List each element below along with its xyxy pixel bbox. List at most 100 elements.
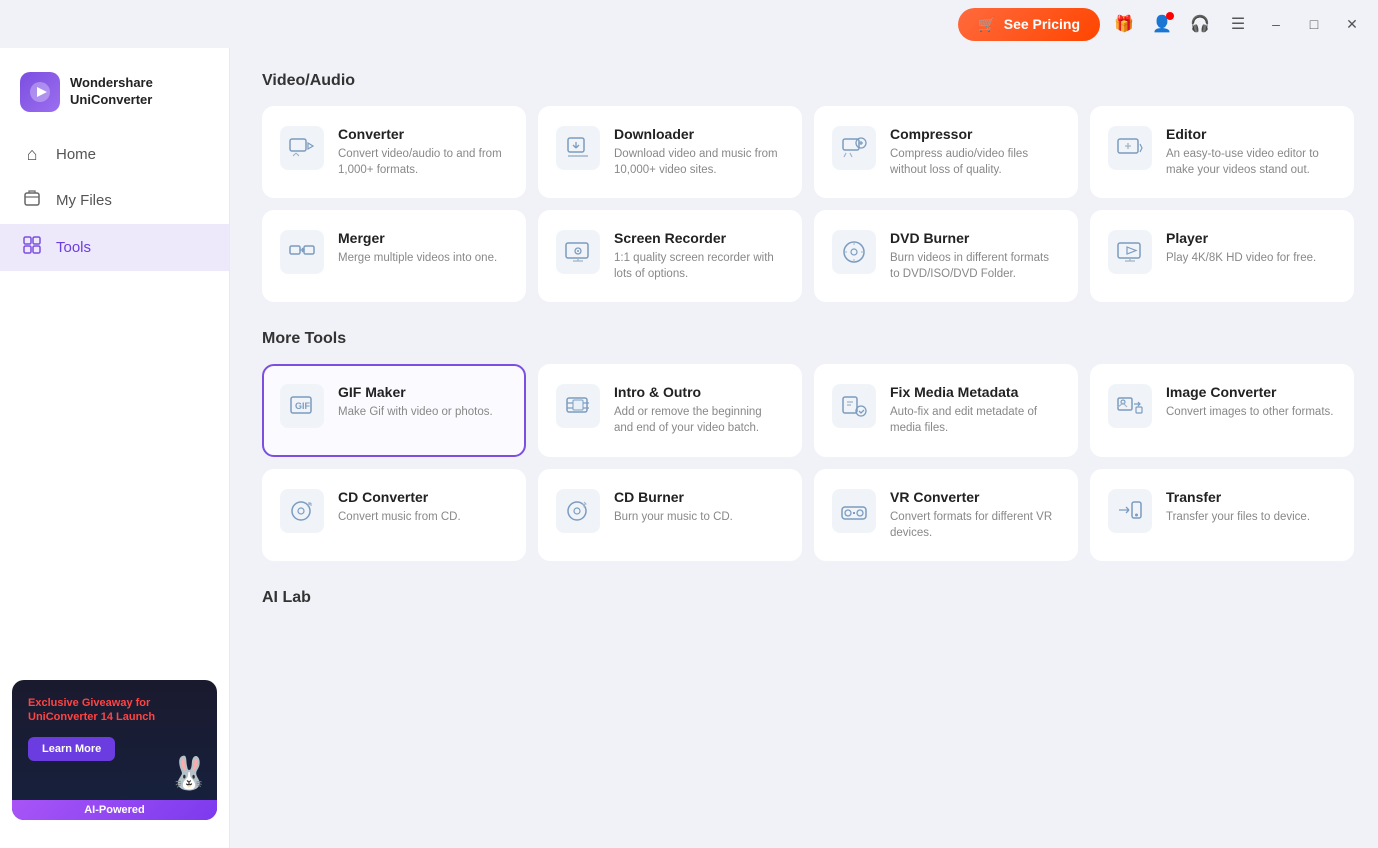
dvd-burner-desc: Burn videos in different formats to DVD/… <box>890 250 1060 282</box>
tool-card-gif-maker[interactable]: GIF GIF Maker Make Gif with video or pho… <box>262 364 526 456</box>
tools-icon <box>20 236 44 259</box>
files-icon <box>20 189 44 212</box>
home-icon: ⌂ <box>20 144 44 165</box>
converter-desc: Convert video/audio to and from 1,000+ f… <box>338 146 508 178</box>
compressor-icon <box>832 126 876 170</box>
screen-recorder-name: Screen Recorder <box>614 230 784 246</box>
converter-icon <box>280 126 324 170</box>
notification-badge <box>1166 12 1174 20</box>
fix-media-metadata-desc: Auto-fix and edit metadate of media file… <box>890 404 1060 436</box>
screen-recorder-desc: 1:1 quality screen recorder with lots of… <box>614 250 784 282</box>
cd-burner-icon <box>556 489 600 533</box>
see-pricing-button[interactable]: 🛒 See Pricing <box>958 8 1100 41</box>
section-ai-lab: AI Lab <box>262 589 1354 607</box>
merger-desc: Merge multiple videos into one. <box>338 250 497 266</box>
intro-outro-icon <box>556 384 600 428</box>
tool-card-cd-converter[interactable]: CD Converter Convert music from CD. <box>262 469 526 561</box>
ai-powered-badge: AI-Powered <box>12 800 217 820</box>
section-more-tools: More Tools GIF GIF Maker Make Gif with v… <box>262 330 1354 560</box>
vr-converter-desc: Convert formats for different VR devices… <box>890 509 1060 541</box>
tool-card-player[interactable]: Player Play 4K/8K HD video for free. <box>1090 210 1354 302</box>
headphone-icon[interactable]: 🎧 <box>1186 10 1214 38</box>
fix-media-metadata-icon <box>832 384 876 428</box>
titlebar: 🛒 See Pricing 🎁 👤 🎧 ☰ – □ ✕ <box>0 0 1378 48</box>
merger-icon <box>280 230 324 274</box>
vr-converter-icon <box>832 489 876 533</box>
dvd-burner-icon <box>832 230 876 274</box>
tool-card-transfer[interactable]: Transfer Transfer your files to device. <box>1090 469 1354 561</box>
maximize-button[interactable]: □ <box>1300 10 1328 38</box>
promo-banner: Exclusive Giveaway forUniConverter 14 La… <box>12 680 217 820</box>
tool-card-fix-media-metadata[interactable]: Fix Media Metadata Auto-fix and edit met… <box>814 364 1078 456</box>
image-converter-desc: Convert images to other formats. <box>1166 404 1333 420</box>
tool-card-compressor[interactable]: Compressor Compress audio/video files wi… <box>814 106 1078 198</box>
merger-name: Merger <box>338 230 497 246</box>
section-title-ai-lab: AI Lab <box>262 589 1354 607</box>
downloader-desc: Download video and music from 10,000+ vi… <box>614 146 784 178</box>
tool-card-cd-burner[interactable]: CD Burner Burn your music to CD. <box>538 469 802 561</box>
tool-card-intro-outro[interactable]: Intro & Outro Add or remove the beginnin… <box>538 364 802 456</box>
brand-icon <box>20 72 60 112</box>
compressor-desc: Compress audio/video files without loss … <box>890 146 1060 178</box>
app-body: WondershareUniConverter ⌂ Home My Files <box>0 48 1378 848</box>
section-title-more-tools: More Tools <box>262 330 1354 348</box>
menu-icon[interactable]: ☰ <box>1224 10 1252 38</box>
cart-icon: 🛒 <box>978 16 995 33</box>
gif-maker-name: GIF Maker <box>338 384 493 400</box>
sidebar-item-home[interactable]: ⌂ Home <box>0 132 229 177</box>
player-desc: Play 4K/8K HD video for free. <box>1166 250 1316 266</box>
minimize-button[interactable]: – <box>1262 10 1290 38</box>
tool-card-editor[interactable]: Editor An easy-to-use video editor to ma… <box>1090 106 1354 198</box>
tool-card-merger[interactable]: Merger Merge multiple videos into one. <box>262 210 526 302</box>
downloader-name: Downloader <box>614 126 784 142</box>
compressor-name: Compressor <box>890 126 1060 142</box>
gif-maker-desc: Make Gif with video or photos. <box>338 404 493 420</box>
brand: WondershareUniConverter <box>0 64 229 132</box>
see-pricing-label: See Pricing <box>1004 16 1080 32</box>
video-audio-grid: Converter Convert video/audio to and fro… <box>262 106 1354 302</box>
converter-name: Converter <box>338 126 508 142</box>
downloader-icon <box>556 126 600 170</box>
sidebar-item-tools[interactable]: Tools <box>0 224 229 271</box>
tool-card-screen-recorder[interactable]: Screen Recorder 1:1 quality screen recor… <box>538 210 802 302</box>
user-icon[interactable]: 👤 <box>1148 10 1176 38</box>
gift-icon[interactable]: 🎁 <box>1110 10 1138 38</box>
more-tools-grid: GIF GIF Maker Make Gif with video or pho… <box>262 364 1354 560</box>
tool-card-downloader[interactable]: Downloader Download video and music from… <box>538 106 802 198</box>
cd-burner-name: CD Burner <box>614 489 733 505</box>
promo-title: Exclusive Giveaway forUniConverter 14 La… <box>28 696 155 725</box>
close-button[interactable]: ✕ <box>1338 10 1366 38</box>
learn-more-button[interactable]: Learn More <box>28 737 115 761</box>
section-title-video-audio: Video/Audio <box>262 72 1354 90</box>
editor-name: Editor <box>1166 126 1336 142</box>
dvd-burner-name: DVD Burner <box>890 230 1060 246</box>
transfer-icon <box>1108 489 1152 533</box>
sidebar-item-label-my-files: My Files <box>56 192 112 209</box>
transfer-desc: Transfer your files to device. <box>1166 509 1310 525</box>
screen-recorder-icon <box>556 230 600 274</box>
tool-card-image-converter[interactable]: Image Converter Convert images to other … <box>1090 364 1354 456</box>
transfer-name: Transfer <box>1166 489 1310 505</box>
player-name: Player <box>1166 230 1316 246</box>
sidebar: WondershareUniConverter ⌂ Home My Files <box>0 48 230 848</box>
sidebar-item-label-tools: Tools <box>56 239 91 256</box>
svg-text:GIF: GIF <box>295 401 311 411</box>
tool-card-dvd-burner[interactable]: DVD Burner Burn videos in different form… <box>814 210 1078 302</box>
cd-converter-icon <box>280 489 324 533</box>
image-converter-icon <box>1108 384 1152 428</box>
cd-converter-name: CD Converter <box>338 489 461 505</box>
tool-card-vr-converter[interactable]: VR Converter Convert formats for differe… <box>814 469 1078 561</box>
gif-maker-icon: GIF <box>280 384 324 428</box>
tool-card-converter[interactable]: Converter Convert video/audio to and fro… <box>262 106 526 198</box>
promo-decoration: 🐰 <box>169 754 209 792</box>
sidebar-item-my-files[interactable]: My Files <box>0 177 229 224</box>
sidebar-item-label-home: Home <box>56 146 96 163</box>
brand-name: WondershareUniConverter <box>70 75 153 109</box>
cd-converter-desc: Convert music from CD. <box>338 509 461 525</box>
image-converter-name: Image Converter <box>1166 384 1333 400</box>
editor-desc: An easy-to-use video editor to make your… <box>1166 146 1336 178</box>
section-video-audio: Video/Audio Converter Convert video/audi… <box>262 72 1354 302</box>
cd-burner-desc: Burn your music to CD. <box>614 509 733 525</box>
intro-outro-name: Intro & Outro <box>614 384 784 400</box>
vr-converter-name: VR Converter <box>890 489 1060 505</box>
